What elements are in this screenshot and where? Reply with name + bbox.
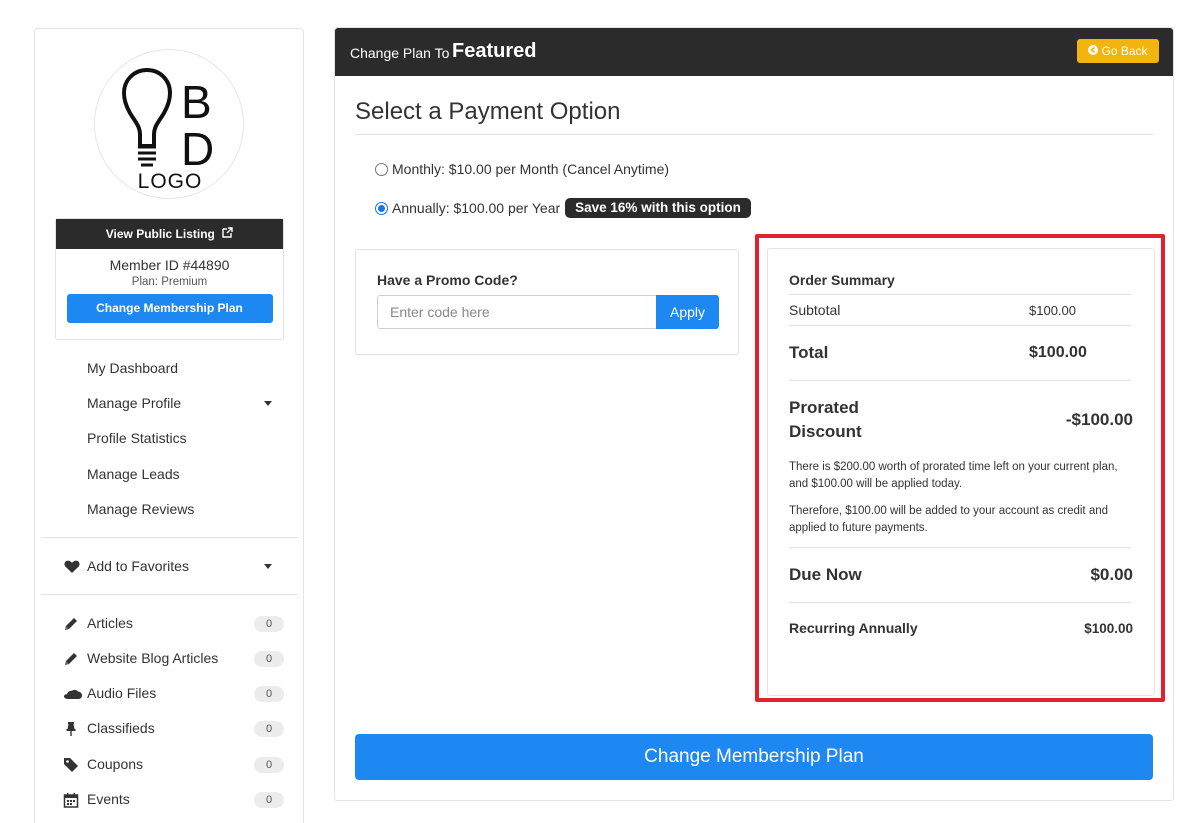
prorated-value: -$100.00: [1065, 410, 1133, 429]
subtotal-value: $100.00: [1029, 303, 1076, 318]
heart-icon[interactable]: [64, 560, 80, 579]
page-title: Select a Payment Option: [355, 98, 621, 125]
external-link-icon: [222, 220, 233, 250]
due-now-value: $0.00: [1090, 565, 1133, 584]
promo-code-box: Have a Promo Code? Apply: [355, 249, 739, 355]
arrow-left-icon: [1088, 39, 1099, 63]
sidebar-item-my-dashboard[interactable]: My Dashboard: [87, 360, 178, 376]
sidebar-item-manage-reviews[interactable]: Manage Reviews: [87, 501, 194, 517]
soundcloud-icon: [63, 686, 82, 702]
total-label: Total: [789, 343, 829, 362]
go-back-label: Go Back: [1101, 44, 1148, 58]
summary-divider: [789, 380, 1131, 381]
tag-icon: [63, 757, 79, 773]
member-id: Member ID #44890: [109, 257, 230, 273]
caret-down-icon[interactable]: [264, 401, 272, 406]
annual-option[interactable]: Annually: $100.00 per Year Save 16% with…: [375, 198, 751, 218]
annual-option-label: Annually: $100.00 per Year: [392, 200, 561, 216]
member-plan: Plan: Premium: [131, 276, 208, 288]
feature-label: Articles: [87, 615, 133, 631]
sidebar: B D LOGO View Public Listing Member ID #…: [34, 28, 304, 823]
monthly-option[interactable]: Monthly: $10.00 per Month (Cancel Anytim…: [375, 161, 669, 177]
monthly-radio[interactable]: [375, 162, 388, 176]
prorated-note: There is $200.00 worth of prorated time …: [789, 461, 1118, 490]
count-badge: 0: [254, 721, 284, 737]
caret-down-icon[interactable]: [264, 564, 272, 569]
change-membership-plan-sidebar-button[interactable]: Change Membership Plan: [66, 294, 273, 323]
feature-label: Audio Files: [87, 685, 157, 701]
view-listing-label: View Public Listing: [105, 227, 215, 241]
prorated-label: Prorated: [789, 398, 859, 417]
monthly-option-label: Monthly: $10.00 per Month (Cancel Anytim…: [392, 161, 670, 177]
order-summary-title: Order Summary: [789, 272, 895, 288]
summary-divider: [789, 602, 1131, 603]
feature-label: Coupons: [87, 756, 144, 772]
company-logo: B D LOGO: [94, 49, 244, 199]
order-summary: Order Summary Subtotal $100.00 Total $10…: [767, 248, 1155, 696]
count-badge: 0: [254, 686, 284, 702]
count-badge: 0: [254, 651, 284, 667]
count-badge: 0: [254, 792, 284, 808]
panel-header: Change Plan To Featured Go Back: [335, 28, 1173, 76]
feature-label: Classifieds: [87, 720, 155, 736]
add-to-favorites-button[interactable]: Add to Favorites: [87, 558, 189, 574]
count-badge: 0: [254, 616, 284, 632]
pencil-icon: [63, 651, 79, 667]
count-badge: 0: [254, 757, 284, 773]
calendar-icon: [63, 792, 79, 808]
pencil-icon: [63, 616, 79, 632]
promo-code-label: Have a Promo Code?: [377, 272, 518, 288]
summary-divider: [789, 325, 1131, 326]
savings-badge: Save 16% with this option: [565, 198, 751, 218]
sidebar-item-coupons[interactable]: Coupons 0: [35, 755, 305, 775]
recurring-value: $100.00: [1084, 621, 1133, 636]
subtotal-label: Subtotal: [789, 302, 841, 318]
change-membership-plan-button[interactable]: Change Membership Plan: [355, 734, 1153, 780]
annual-radio[interactable]: [375, 201, 388, 215]
sidebar-item-profile-statistics[interactable]: Profile Statistics: [87, 430, 187, 446]
feature-label: Events: [87, 791, 130, 807]
title-divider: [355, 134, 1153, 135]
member-card: View Public Listing Member ID #44890 Pla…: [55, 218, 284, 340]
sidebar-item-audio-files[interactable]: Audio Files 0: [35, 684, 305, 704]
promo-code-input[interactable]: [377, 295, 657, 329]
apply-promo-button[interactable]: Apply: [656, 295, 719, 329]
feature-label: Website Blog Articles: [87, 650, 219, 666]
total-value: $100.00: [1029, 344, 1087, 361]
pushpin-icon: [63, 721, 79, 737]
sidebar-divider: [41, 537, 298, 538]
prorated-label: Discount: [789, 422, 862, 441]
recurring-label: Recurring Annually: [789, 620, 918, 636]
sidebar-item-manage-leads[interactable]: Manage Leads: [87, 466, 180, 482]
sidebar-item-classifieds[interactable]: Classifieds 0: [35, 719, 305, 739]
header-plan-name: Featured: [452, 40, 537, 62]
view-public-listing-button[interactable]: View Public Listing: [56, 219, 283, 249]
due-now-label: Due Now: [789, 565, 862, 584]
summary-divider: [789, 547, 1131, 548]
logo-letter: D: [181, 123, 215, 175]
summary-divider: [789, 294, 1131, 295]
go-back-button[interactable]: Go Back: [1077, 39, 1159, 63]
logo-letter: B: [181, 76, 212, 128]
sidebar-item-manage-profile[interactable]: Manage Profile: [87, 395, 181, 411]
logo-word: LOGO: [137, 170, 203, 193]
sidebar-item-events[interactable]: Events 0: [35, 790, 305, 810]
sidebar-item-articles[interactable]: Articles 0: [35, 614, 305, 634]
credit-note: Therefore, $100.00 will be added to your…: [789, 505, 1109, 534]
change-plan-panel: Change Plan To Featured Go Back Select a…: [334, 27, 1174, 801]
sidebar-divider: [41, 594, 298, 595]
sidebar-item-website-blog-articles[interactable]: Website Blog Articles 0: [35, 649, 305, 669]
header-prefix: Change Plan To: [350, 45, 450, 61]
